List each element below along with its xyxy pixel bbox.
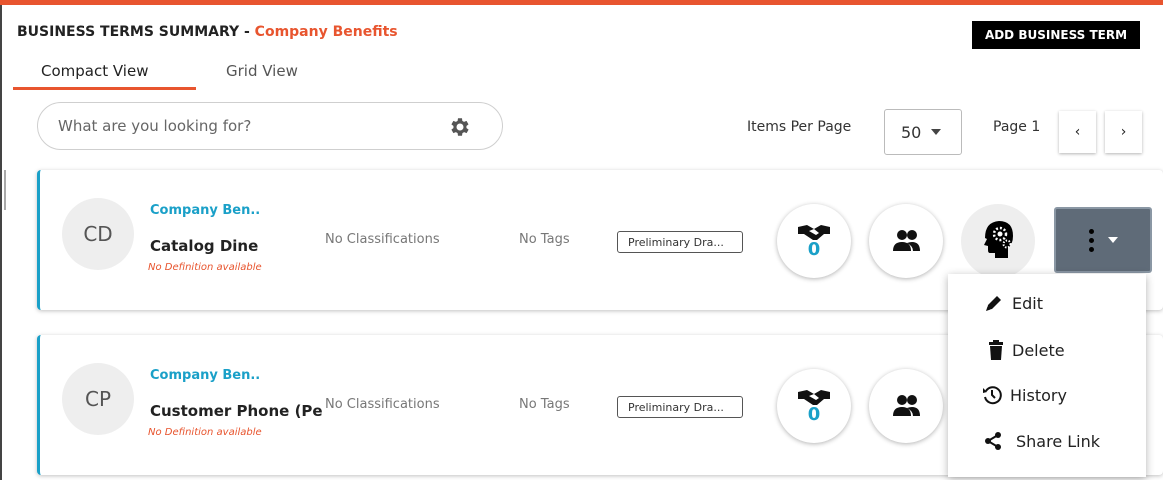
gear-icon[interactable] <box>448 115 472 139</box>
term-classifications: No Classifications <box>325 397 440 412</box>
menu-item-history[interactable]: History <box>982 385 1067 405</box>
term-definition: No Definition available <box>148 427 262 438</box>
status-badge: Preliminary Dra... <box>617 396 743 418</box>
glossary-link[interactable]: Company Ben.. <box>150 368 260 383</box>
items-per-page-label: Items Per Page <box>747 119 852 135</box>
left-border <box>0 5 2 480</box>
menu-item-delete[interactable]: Delete <box>988 340 1065 360</box>
approvals-button[interactable]: 0 <box>777 369 851 443</box>
more-actions-button[interactable] <box>1054 207 1152 273</box>
tab-compact-view[interactable]: Compact View <box>41 62 148 80</box>
term-name[interactable]: Customer Phone (Pe <box>150 402 323 420</box>
term-definition: No Definition available <box>148 262 262 273</box>
chevron-down-icon <box>1107 237 1118 243</box>
history-icon <box>983 386 1002 405</box>
previous-page-button[interactable]: ‹ <box>1059 111 1096 153</box>
term-tags: No Tags <box>519 397 570 412</box>
page-title-glossary: Company Benefits <box>254 24 398 40</box>
term-tags: No Tags <box>519 232 570 247</box>
top-accent-bar <box>0 0 1163 5</box>
actions-dropdown-menu: Edit Delete History Share Link <box>948 274 1146 477</box>
users-icon <box>893 230 920 251</box>
stakeholders-button[interactable] <box>869 369 943 443</box>
page-title-prefix: BUSINESS TERMS SUMMARY <box>17 24 240 40</box>
items-per-page-value: 50 <box>901 122 922 142</box>
status-badge: Preliminary Dra... <box>617 231 743 253</box>
avatar: CD <box>62 198 134 270</box>
menu-item-label: History <box>1010 385 1067 405</box>
active-tab-indicator <box>13 87 196 90</box>
approvals-count: 0 <box>807 239 821 260</box>
stakeholders-button[interactable] <box>869 204 943 278</box>
menu-item-label: Delete <box>1012 340 1065 360</box>
menu-item-label: Edit <box>1012 293 1043 313</box>
brain-gear-icon <box>961 204 1035 278</box>
pencil-icon <box>986 296 1001 311</box>
items-per-page-select[interactable]: 50 <box>884 109 962 155</box>
left-marker <box>4 170 6 210</box>
menu-item-share-link[interactable]: Share Link <box>984 431 1100 451</box>
add-business-term-button[interactable]: ADD BUSINESS TERM <box>972 21 1140 49</box>
term-name[interactable]: Catalog Dine <box>150 237 258 255</box>
kebab-icon <box>1088 228 1094 252</box>
users-icon <box>893 395 920 416</box>
search-placeholder: What are you looking for? <box>58 117 252 135</box>
search-input[interactable]: What are you looking for? <box>37 102 503 150</box>
glossary-link[interactable]: Company Ben.. <box>150 203 260 218</box>
approvals-button[interactable]: 0 <box>777 204 851 278</box>
menu-item-label: Share Link <box>1016 431 1101 451</box>
chevron-down-icon <box>931 129 942 135</box>
page-title-separator: - <box>239 24 255 40</box>
approvals-count: 0 <box>807 404 821 425</box>
tab-grid-view[interactable]: Grid View <box>226 62 298 80</box>
avatar: CP <box>62 363 134 435</box>
share-icon <box>985 432 1001 450</box>
page-indicator: Page 1 <box>993 119 1041 135</box>
term-classifications: No Classifications <box>325 232 440 247</box>
trash-icon <box>989 340 1003 360</box>
menu-item-edit[interactable]: Edit <box>984 293 1043 313</box>
page-title: BUSINESS TERMS SUMMARY - Company Benefit… <box>17 24 398 40</box>
ai-insights-button[interactable] <box>961 204 1035 278</box>
next-page-button[interactable]: › <box>1105 111 1142 153</box>
